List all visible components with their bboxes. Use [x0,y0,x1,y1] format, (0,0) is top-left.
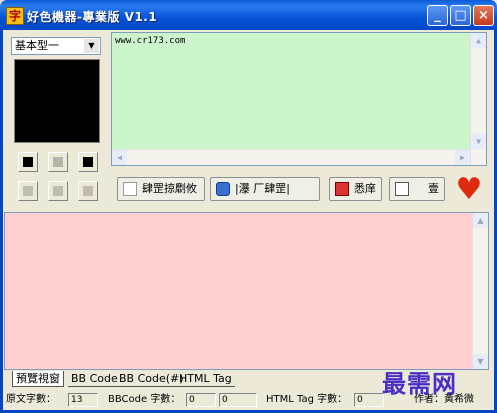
tab-preview[interactable]: 預覽視窗 [12,371,64,387]
tab-html-tag[interactable]: HTML Tag [176,371,235,387]
copy-icon [395,182,409,196]
author-label: 作者：黃希微 [414,394,474,405]
bbcode-count-value: 0 [186,393,216,407]
app-window: 字 好色機器-專業版 V1.1 _ □ × 基本型一 ▼ www.cr173.c… [0,0,497,413]
scroll-left-icon[interactable]: ◀ [112,150,127,165]
status-bar: 原文字數： 13 BBCode 字數： 0 0 HTML Tag 字數： 0 作… [4,392,489,408]
color-button-black[interactable] [18,152,38,172]
bbcode-count-value-2: 0 [219,393,257,407]
output-textarea[interactable]: ▲ ▼ [4,212,489,370]
title-bar[interactable]: 字 好色機器-專業版 V1.1 _ □ × [0,0,497,30]
minimize-button[interactable]: _ [427,5,448,26]
monitor-icon [216,182,230,196]
convert-button[interactable]: 肆罡掠劘攸 [117,177,205,201]
color-button-gray[interactable] [48,152,68,172]
html-count-label: HTML Tag 字數： [266,394,348,405]
color-button-gray-3[interactable] [48,181,68,201]
black-swatch-icon [83,157,93,167]
orig-count-label: 原文字數： [6,394,56,405]
close-button[interactable]: × [473,5,494,26]
color-button-gray-4[interactable] [78,181,98,201]
convert-button-label: 肆罡掠劘攸 [142,182,197,195]
input-horizontal-scrollbar[interactable]: ◀ ▶ [112,149,470,165]
preview-button-label: |瀑 厂肆罡| [235,182,290,195]
blank-page-icon [123,182,137,196]
input-textarea[interactable]: www.cr173.com ▲ ▼ ◀ ▶ [111,32,487,166]
maximize-button[interactable]: □ [450,5,471,26]
preview-button[interactable]: |瀑 厂肆罡| [210,177,320,201]
window-title: 好色機器-專業版 V1.1 [27,10,158,24]
type-select-value: 基本型一 [15,39,59,52]
gray-swatch-icon [53,157,63,167]
book-icon [335,182,349,196]
heart-icon[interactable]: ♥ [452,173,486,207]
tab-bbcode[interactable]: BB Code [68,371,121,387]
app-icon: 字 [6,7,24,25]
chevron-down-icon[interactable]: ▼ [84,39,99,53]
input-text: www.cr173.com [115,36,186,46]
scroll-right-icon[interactable]: ▶ [455,150,470,165]
gray-swatch-icon [23,186,33,196]
html-count-value: 0 [354,393,384,407]
type-select[interactable]: 基本型一 ▼ [11,37,101,55]
copy-button[interactable]: 壹 [389,177,445,201]
scroll-down-icon[interactable]: ▼ [473,354,488,369]
input-vertical-scrollbar[interactable]: ▲ ▼ [470,33,486,165]
output-vertical-scrollbar[interactable]: ▲ ▼ [472,213,488,369]
color-preview [14,59,100,143]
orig-count-value: 13 [68,393,98,407]
library-button[interactable]: 悉庠 [329,177,382,201]
bbcode-count-label: BBCode 字數： [108,394,181,405]
color-button-gray-2[interactable] [18,181,38,201]
scroll-down-icon[interactable]: ▼ [471,134,486,149]
scroll-up-icon[interactable]: ▲ [471,33,486,48]
black-swatch-icon [23,157,33,167]
scroll-up-icon[interactable]: ▲ [473,213,488,228]
copy-button-label: 壹 [428,182,439,195]
gray-swatch-icon [83,186,93,196]
color-button-black-2[interactable] [78,152,98,172]
gray-swatch-icon [53,186,63,196]
library-button-label: 悉庠 [354,182,376,195]
